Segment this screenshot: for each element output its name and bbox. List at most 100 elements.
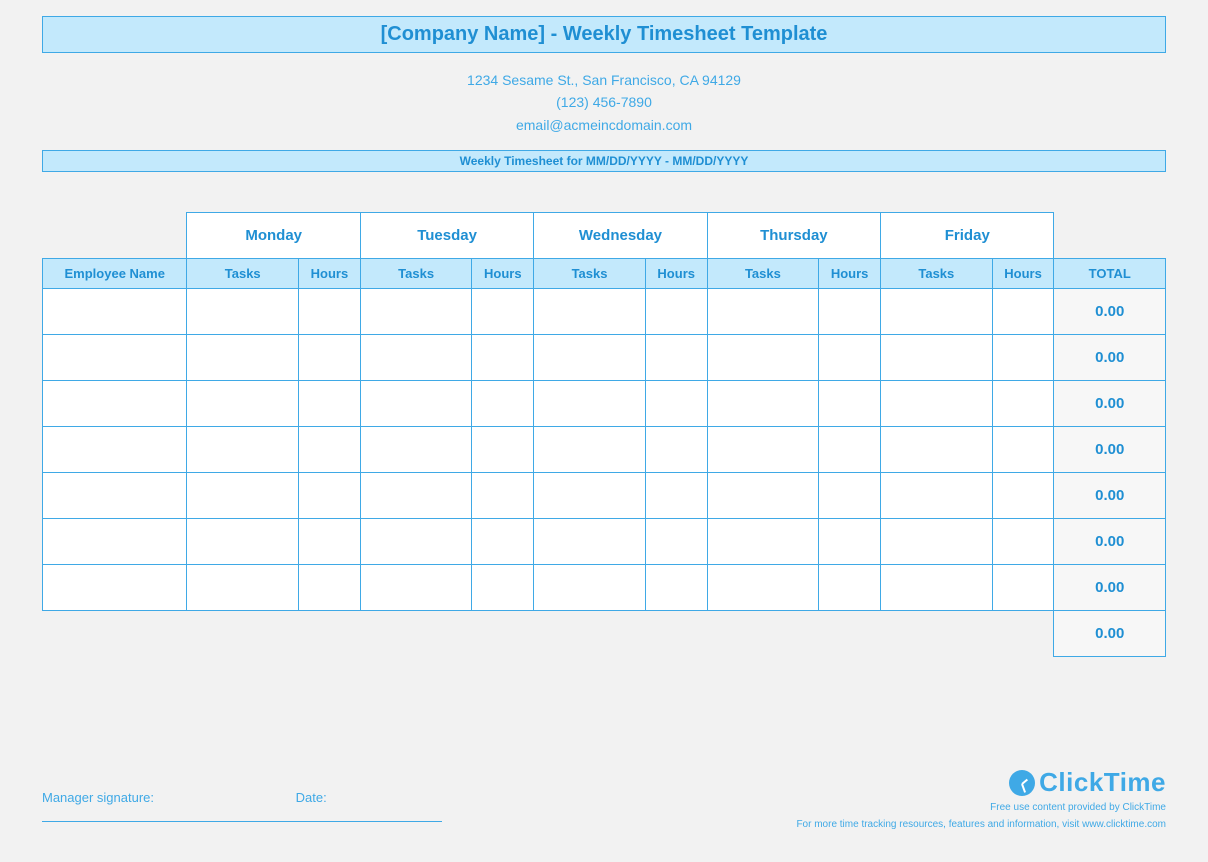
tasks-cell[interactable]	[534, 519, 645, 565]
signature-area: Manager signature: Date:	[42, 790, 442, 822]
hours-cell[interactable]	[819, 473, 881, 519]
tasks-cell[interactable]	[360, 289, 471, 335]
hours-cell[interactable]	[472, 565, 534, 611]
hours-header: Hours	[472, 259, 534, 289]
tasks-cell[interactable]	[534, 335, 645, 381]
tasks-cell[interactable]	[707, 335, 818, 381]
tasks-cell[interactable]	[881, 565, 992, 611]
tasks-cell[interactable]	[360, 427, 471, 473]
row-total: 0.00	[1054, 427, 1166, 473]
tasks-cell[interactable]	[360, 565, 471, 611]
employee-cell[interactable]	[43, 289, 187, 335]
tasks-cell[interactable]	[360, 519, 471, 565]
hours-cell[interactable]	[298, 335, 360, 381]
tasks-header: Tasks	[534, 259, 645, 289]
tasks-cell[interactable]	[881, 335, 992, 381]
tasks-header: Tasks	[187, 259, 298, 289]
hours-cell[interactable]	[992, 427, 1054, 473]
tasks-cell[interactable]	[881, 519, 992, 565]
table-row: 0.00	[43, 519, 1166, 565]
brand-block: ClickTime Free use content provided by C…	[796, 767, 1166, 832]
hours-cell[interactable]	[819, 565, 881, 611]
tasks-cell[interactable]	[187, 565, 298, 611]
hours-cell[interactable]	[472, 473, 534, 519]
tasks-cell[interactable]	[360, 335, 471, 381]
tasks-cell[interactable]	[360, 473, 471, 519]
tasks-cell[interactable]	[534, 473, 645, 519]
tasks-cell[interactable]	[881, 381, 992, 427]
brand-name: ClickTime	[1039, 767, 1166, 798]
employee-cell[interactable]	[43, 519, 187, 565]
total-header: TOTAL	[1054, 259, 1166, 289]
tasks-cell[interactable]	[187, 381, 298, 427]
hours-cell[interactable]	[819, 519, 881, 565]
tasks-cell[interactable]	[360, 381, 471, 427]
hours-cell[interactable]	[472, 381, 534, 427]
tasks-cell[interactable]	[534, 381, 645, 427]
tasks-cell[interactable]	[707, 473, 818, 519]
hours-cell[interactable]	[645, 473, 707, 519]
employee-cell[interactable]	[43, 473, 187, 519]
company-phone: (123) 456-7890	[42, 91, 1166, 113]
tasks-cell[interactable]	[707, 381, 818, 427]
day-header-friday: Friday	[881, 213, 1054, 259]
tasks-cell[interactable]	[187, 519, 298, 565]
tasks-cell[interactable]	[534, 427, 645, 473]
tasks-cell[interactable]	[187, 473, 298, 519]
day-header-wednesday: Wednesday	[534, 213, 707, 259]
hours-cell[interactable]	[298, 519, 360, 565]
employee-cell[interactable]	[43, 335, 187, 381]
hours-cell[interactable]	[992, 473, 1054, 519]
employee-cell[interactable]	[43, 381, 187, 427]
employee-cell[interactable]	[43, 565, 187, 611]
hours-cell[interactable]	[645, 427, 707, 473]
timesheet-table: Monday Tuesday Wednesday Thursday Friday…	[42, 212, 1166, 657]
hours-cell[interactable]	[298, 473, 360, 519]
hours-cell[interactable]	[645, 519, 707, 565]
hours-header: Hours	[298, 259, 360, 289]
hours-cell[interactable]	[472, 289, 534, 335]
hours-cell[interactable]	[472, 427, 534, 473]
hours-cell[interactable]	[819, 289, 881, 335]
hours-cell[interactable]	[472, 335, 534, 381]
tasks-cell[interactable]	[707, 427, 818, 473]
hours-cell[interactable]	[298, 565, 360, 611]
tasks-cell[interactable]	[187, 289, 298, 335]
hours-cell[interactable]	[298, 427, 360, 473]
tasks-cell[interactable]	[707, 289, 818, 335]
tasks-cell[interactable]	[881, 473, 992, 519]
hours-cell[interactable]	[298, 381, 360, 427]
hours-cell[interactable]	[819, 335, 881, 381]
hours-cell[interactable]	[992, 381, 1054, 427]
hours-cell[interactable]	[645, 381, 707, 427]
tasks-cell[interactable]	[881, 289, 992, 335]
tasks-cell[interactable]	[707, 519, 818, 565]
tasks-cell[interactable]	[534, 565, 645, 611]
hours-cell[interactable]	[992, 335, 1054, 381]
hours-cell[interactable]	[645, 335, 707, 381]
employee-cell[interactable]	[43, 427, 187, 473]
hours-cell[interactable]	[819, 427, 881, 473]
table-row: 0.00	[43, 381, 1166, 427]
hours-cell[interactable]	[992, 289, 1054, 335]
tasks-header: Tasks	[881, 259, 992, 289]
week-range-label: Weekly Timesheet for MM/DD/YYYY - MM/DD/…	[460, 154, 749, 168]
tasks-cell[interactable]	[707, 565, 818, 611]
tasks-cell[interactable]	[187, 427, 298, 473]
hours-cell[interactable]	[472, 519, 534, 565]
hours-cell[interactable]	[992, 519, 1054, 565]
row-total: 0.00	[1054, 565, 1166, 611]
tasks-cell[interactable]	[881, 427, 992, 473]
hours-cell[interactable]	[819, 381, 881, 427]
row-total: 0.00	[1054, 289, 1166, 335]
tasks-cell[interactable]	[534, 289, 645, 335]
day-header-monday: Monday	[187, 213, 360, 259]
day-header-tuesday: Tuesday	[360, 213, 533, 259]
hours-cell[interactable]	[645, 565, 707, 611]
company-email: email@acmeincdomain.com	[42, 114, 1166, 136]
hours-cell[interactable]	[298, 289, 360, 335]
tasks-cell[interactable]	[187, 335, 298, 381]
hours-cell[interactable]	[992, 565, 1054, 611]
brand-tagline-2: For more time tracking resources, featur…	[796, 817, 1166, 832]
hours-cell[interactable]	[645, 289, 707, 335]
